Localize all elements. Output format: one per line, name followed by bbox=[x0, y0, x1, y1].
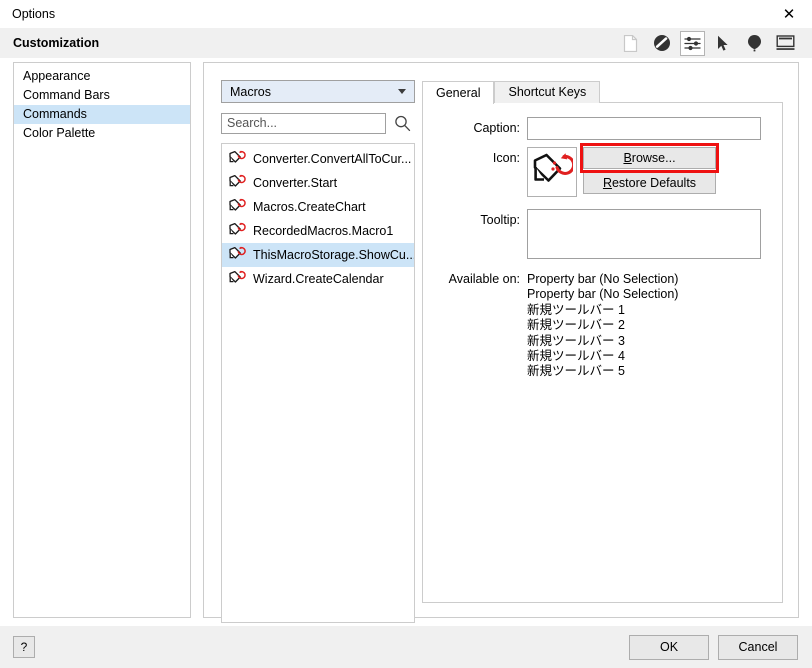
no-entry-icon[interactable] bbox=[649, 31, 674, 56]
sidebar-item-command-bars[interactable]: Command Bars bbox=[14, 86, 190, 105]
tooltip-label: Tooltip: bbox=[480, 213, 520, 227]
available-on-item: Property bar (No Selection) bbox=[527, 287, 679, 302]
list-item[interactable]: Wizard.CreateCalendar bbox=[222, 267, 414, 291]
sidebar-item-appearance[interactable]: Appearance bbox=[14, 67, 190, 86]
available-on-row: Available on: Property bar (No Selection… bbox=[423, 272, 770, 380]
icon-preview[interactable] bbox=[527, 147, 577, 197]
tooltip-row: Tooltip: bbox=[423, 209, 770, 259]
title-bar: Options ✕ bbox=[0, 0, 812, 28]
cancel-button[interactable]: Cancel bbox=[718, 634, 798, 660]
list-item-label: Converter.Start bbox=[253, 176, 338, 190]
icon-buttons: Browse... Restore Defaults bbox=[580, 143, 719, 194]
list-item-label: Macros.CreateChart bbox=[253, 200, 366, 214]
restore-defaults-button[interactable]: Restore Defaults bbox=[583, 172, 716, 194]
page-icon[interactable] bbox=[618, 31, 643, 56]
sliders-icon[interactable] bbox=[680, 30, 705, 56]
general-tab-body: Caption: Icon: B rowse... R estore Defau… bbox=[422, 102, 783, 603]
customization-header: Customization bbox=[0, 28, 812, 58]
list-item[interactable]: Macros.CreateChart bbox=[222, 195, 414, 219]
list-item-label: ThisMacroStorage.ShowCu... bbox=[253, 248, 415, 262]
settings-category-list: Appearance Command Bars Commands Color P… bbox=[13, 62, 191, 618]
list-item[interactable]: Converter.Start bbox=[222, 171, 414, 195]
macro-tag-arrow-icon bbox=[228, 174, 247, 192]
tabstrip: General Shortcut Keys bbox=[422, 80, 783, 104]
list-item-label: Wizard.CreateCalendar bbox=[253, 272, 384, 286]
main-area: Appearance Command Bars Commands Color P… bbox=[0, 58, 812, 626]
dialog-footer: ? OK Cancel bbox=[0, 626, 812, 668]
macro-column: Macros Search... Converter.ConvertAllToC… bbox=[221, 80, 415, 623]
search-input[interactable] bbox=[221, 112, 386, 134]
sidebar-item-commands[interactable]: Commands bbox=[14, 105, 190, 124]
command-detail-tabs: General Shortcut Keys Caption: Icon: B r… bbox=[422, 80, 783, 603]
available-on-item: 新規ツールバー 4 bbox=[527, 349, 625, 364]
macro-tag-arrow-icon bbox=[228, 150, 247, 168]
list-item[interactable]: Converter.ConvertAllToCur... bbox=[222, 147, 414, 171]
sidebar-item-color-palette[interactable]: Color Palette bbox=[14, 124, 190, 143]
available-on-item: 新規ツールバー 1 bbox=[527, 302, 625, 317]
icon-row: Icon: Browse... Restore Defaults bbox=[423, 143, 770, 197]
macro-list: Converter.ConvertAllToCur... Converter.S… bbox=[221, 143, 415, 623]
window-title: Options bbox=[12, 7, 56, 21]
macro-tag-arrow-icon bbox=[228, 270, 247, 288]
caption-row: Caption: bbox=[423, 117, 770, 140]
available-on-item: Property bar (No Selection) bbox=[527, 272, 679, 286]
available-on-item: 新規ツールバー 2 bbox=[527, 318, 625, 333]
macro-tag-arrow-icon bbox=[228, 198, 247, 216]
macro-tag-arrow-icon bbox=[228, 222, 247, 240]
commands-content-panel: Macros Search... Converter.ConvertAllToC… bbox=[203, 62, 799, 623]
list-item-label: Converter.ConvertAllToCur... bbox=[253, 152, 412, 166]
macro-tag-arrow-icon bbox=[228, 246, 247, 264]
available-on-list: Property bar (No Selection) Property bar… bbox=[527, 272, 678, 380]
command-category-value: Macros bbox=[230, 84, 271, 99]
browse-button[interactable]: Browse... bbox=[583, 147, 716, 169]
chevron-down-icon bbox=[398, 89, 406, 94]
search-icon[interactable] bbox=[390, 112, 414, 134]
ok-button[interactable]: OK bbox=[629, 634, 709, 660]
footer-buttons: OK Cancel bbox=[629, 634, 798, 660]
options-icon-toolbar bbox=[618, 30, 798, 56]
page-title: Customization bbox=[13, 36, 100, 50]
icon-label: Icon: bbox=[492, 151, 520, 165]
available-on-item: 新規ツールバー 3 bbox=[527, 333, 625, 348]
available-on-item: 新規ツールバー 5 bbox=[527, 364, 625, 379]
available-on-label: Available on: bbox=[448, 272, 520, 286]
list-item[interactable]: RecordedMacros.Macro1 bbox=[222, 219, 414, 243]
search-row bbox=[221, 112, 415, 134]
list-item-selected[interactable]: ThisMacroStorage.ShowCu... bbox=[222, 243, 414, 267]
cursor-arrow-icon[interactable] bbox=[711, 31, 736, 56]
list-item-label: RecordedMacros.Macro1 bbox=[253, 224, 394, 238]
caption-input[interactable] bbox=[527, 117, 761, 140]
command-category-dropdown[interactable]: Macros bbox=[221, 80, 415, 103]
help-button[interactable]: ? bbox=[13, 636, 35, 658]
display-icon[interactable] bbox=[773, 31, 798, 56]
close-icon[interactable]: ✕ bbox=[766, 0, 812, 28]
balloon-icon[interactable] bbox=[742, 31, 767, 56]
macro-tag-arrow-icon bbox=[533, 153, 573, 182]
tab-shortcut-keys[interactable]: Shortcut Keys bbox=[494, 81, 601, 103]
tooltip-textarea[interactable] bbox=[527, 209, 761, 259]
caption-label: Caption: bbox=[473, 121, 520, 135]
tab-general[interactable]: General bbox=[422, 81, 495, 104]
